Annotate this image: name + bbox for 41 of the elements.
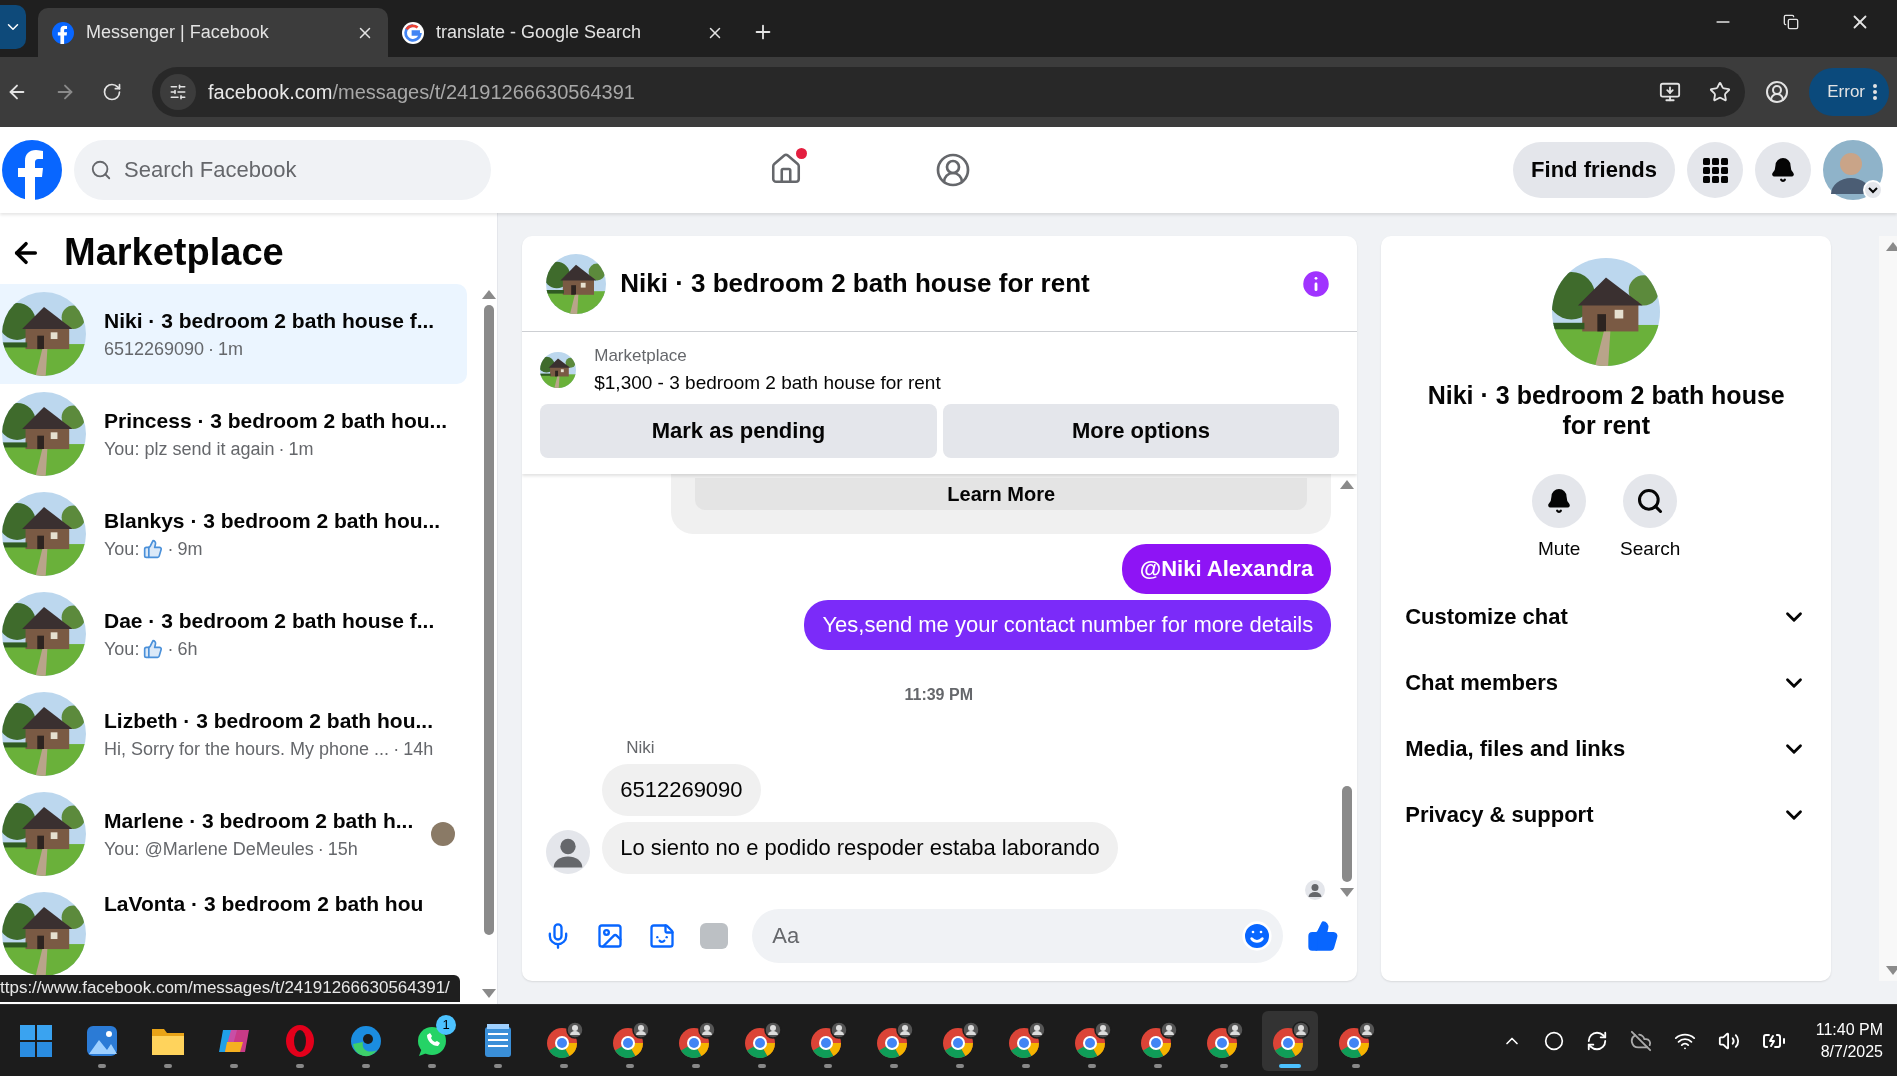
- status-link-tooltip: ttps://www.facebook.com/messages/t/24191266630564391/: [0, 975, 460, 1002]
- notification-badge: 1: [436, 1014, 456, 1035]
- conversation-preview: You:: [104, 638, 140, 660]
- conversation-name: Dae · 3 bedroom 2 bath house f...: [104, 608, 436, 633]
- conversation-preview: You: plz send it again: [104, 438, 275, 460]
- separator-dot: ·: [393, 738, 400, 760]
- conversation-time: 14h: [403, 738, 434, 760]
- sent-message: @Niki Alexandra: [1121, 544, 1332, 594]
- chat-title: Niki · 3 bedroom 2 bath house for rent: [620, 268, 1091, 299]
- conversation-name: Princess · 3 bedroom 2 bath hou...: [104, 408, 449, 433]
- separator-dot: ·: [317, 838, 324, 860]
- listing-summary: $1,300 - 3 bedroom 2 bath house for rent: [594, 372, 941, 394]
- separator-dot: ·: [167, 538, 174, 560]
- separator-dot: ·: [208, 338, 215, 360]
- separator-dot: ·: [167, 638, 174, 660]
- conversation-time: 1m: [288, 438, 314, 460]
- conversation-time: 15h: [327, 838, 358, 860]
- url-text: facebook.com/messages/t/24191266630564391: [208, 80, 636, 104]
- sent-message: Yes,send me your contact number for more details: [804, 600, 1332, 650]
- sender-name: Niki: [626, 738, 656, 758]
- sidebar-title: Marketplace: [64, 231, 284, 274]
- conversation-time: 9m: [177, 538, 203, 560]
- conversation-title: Niki · 3 bedroom 2 bath house for rent: [1426, 380, 1786, 440]
- conversation-preview: You: @Marlene DeMeules: [104, 838, 314, 860]
- conversation-preview: 6512269090: [104, 338, 205, 360]
- conversation-time: 1m: [218, 338, 244, 360]
- conversation-time: 6h: [177, 638, 198, 660]
- conversation-name: Lizbeth · 3 bedroom 2 bath hou...: [104, 708, 434, 733]
- received-message: Lo siento no e podido respoder estaba laborando: [602, 822, 1118, 874]
- conversation-name: Marlene · 3 bedroom 2 bath h...: [104, 808, 414, 833]
- conversation-name: LaVonta · 3 bedroom 2 bath hou: [104, 892, 425, 916]
- conversation-preview: Hi, Sorry for the hours. My phone ...: [104, 738, 390, 760]
- action-label: Search: [1620, 538, 1681, 560]
- conversation-name: Niki · 3 bedroom 2 bath house f...: [104, 308, 436, 333]
- separator-dot: ·: [278, 438, 285, 460]
- conversation-preview: You:: [104, 538, 140, 560]
- conversation-name: Blankys · 3 bedroom 2 bath hou...: [104, 508, 442, 533]
- listing-source: Marketplace: [594, 346, 688, 366]
- action-label: Mute: [1538, 538, 1581, 560]
- message-time: 11:39 PM: [904, 686, 973, 704]
- received-message: 6512269090: [602, 764, 761, 816]
